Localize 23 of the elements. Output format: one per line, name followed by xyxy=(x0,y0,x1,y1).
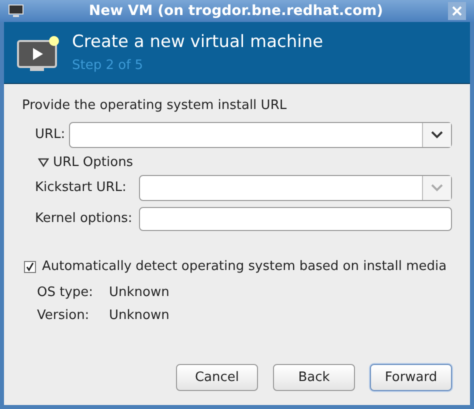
step-indicator: Step 2 of 5 xyxy=(72,56,144,74)
window-title: New VM (on trogdor.bne.redhat.com) xyxy=(88,2,384,20)
info-value: Unknown xyxy=(109,307,170,325)
info-label: OS type: xyxy=(37,284,94,302)
kernel-options-label: Kernel options: xyxy=(35,210,134,228)
dialog-button[interactable]: Cancel xyxy=(176,364,258,391)
monitor-icon xyxy=(8,4,24,18)
close-icon[interactable] xyxy=(448,2,466,20)
autodetect-checkbox[interactable]: Automatically detect operating system based on install media xyxy=(24,257,452,276)
url-combo-box[interactable] xyxy=(69,122,452,148)
dialog-button[interactable]: Forward xyxy=(370,364,452,391)
dropdown-caret-icon xyxy=(431,184,443,192)
url-combo-box[interactable] xyxy=(139,175,452,201)
url-label: URL: xyxy=(35,126,66,144)
url-options-expander[interactable]: URL Options xyxy=(38,152,134,172)
dialog-button[interactable]: Back xyxy=(273,364,355,391)
wizard-title: Create a new virtual machine xyxy=(72,31,324,54)
info-value: Unknown xyxy=(109,284,170,302)
kernel-options-field[interactable] xyxy=(139,207,452,231)
kickstart-url-label: Kickstart URL: xyxy=(35,179,128,198)
dropdown-caret-icon xyxy=(431,130,443,138)
section-title: Provide the operating system install URL xyxy=(22,97,288,115)
info-label: Version: xyxy=(37,307,90,325)
